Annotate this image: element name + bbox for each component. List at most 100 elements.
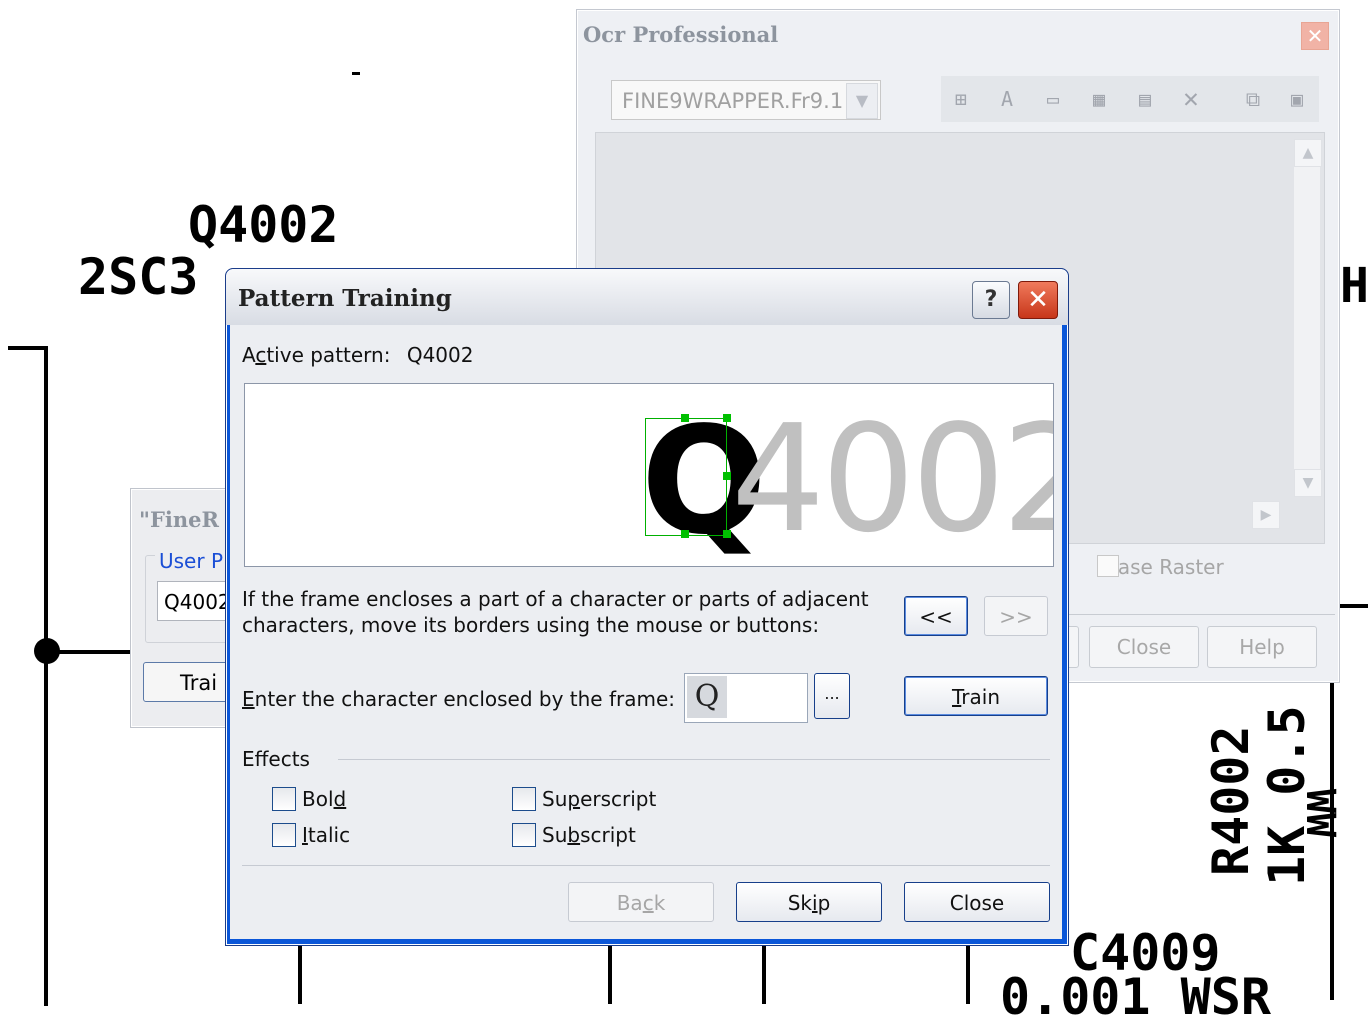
superscript-accel: p: [567, 787, 581, 811]
schematic-dot: [352, 72, 360, 75]
schematic-label-c-value: 0.001 WSR: [1000, 968, 1271, 1026]
close-button[interactable]: Close: [904, 882, 1050, 922]
subscript-label-text: Su: [542, 823, 568, 847]
finereader-title: "FineR: [139, 507, 219, 532]
superscript-label: Superscript: [542, 787, 656, 811]
ocr-toolbar: ⊞ A ▭ ▦ ▤ ✕ ⧉ ▣: [941, 76, 1319, 122]
active-pattern-accel: c: [255, 343, 267, 367]
delete-icon[interactable]: ✕: [1175, 84, 1207, 114]
recognize-area-icon[interactable]: ▤: [1129, 84, 1161, 114]
train-accel: T: [952, 685, 962, 709]
ocr-close-button[interactable]: Close: [1089, 626, 1199, 668]
previous-button[interactable]: <<: [904, 596, 968, 636]
active-pattern-label-rest: tive pattern:: [266, 343, 391, 367]
schematic-wire: [44, 346, 48, 1006]
schematic-wire: [1338, 604, 1368, 608]
schematic-label-r4002: R4002: [1202, 725, 1260, 876]
text-region-icon[interactable]: ▭: [1037, 84, 1069, 114]
frame-handle[interactable]: [681, 414, 689, 422]
instruction-line-2: characters, move its borders using the m…: [242, 613, 820, 637]
train-label-rest: rain: [961, 685, 1000, 709]
scroll-down-icon[interactable]: ▼: [1294, 469, 1322, 497]
skip-button[interactable]: Skip: [736, 882, 882, 922]
active-pattern-label-text: A: [242, 343, 256, 367]
superscript-checkbox[interactable]: [512, 787, 536, 811]
chevron-down-icon[interactable]: ▼: [846, 83, 878, 119]
pattern-training-dialog: Pattern Training ? ✕ Active pattern: Q40…: [225, 268, 1069, 946]
pattern-preview[interactable]: Q 4002: [244, 383, 1054, 567]
back-label-text: Ba: [616, 891, 643, 915]
schematic-label-q4002: Q4002: [188, 196, 339, 254]
enter-char-label: Enter the character enclosed by the fram…: [242, 687, 675, 711]
scroll-up-icon[interactable]: ▲: [1294, 139, 1322, 167]
bold-label: Bold: [302, 787, 346, 811]
schematic-resistor-zigzag: WW: [1297, 788, 1344, 838]
italic-checkbox[interactable]: [272, 823, 296, 847]
skip-label-rest: p: [817, 891, 831, 915]
character-input-value: Q: [687, 676, 727, 718]
close-icon[interactable]: ✕: [1018, 281, 1058, 319]
active-pattern-value: Q4002: [406, 343, 474, 367]
frame-handle[interactable]: [723, 530, 731, 538]
effects-label: Effects: [242, 747, 310, 771]
back-label-rest: k: [653, 891, 666, 915]
ocr-close-icon[interactable]: ✕: [1301, 22, 1329, 50]
save-icon[interactable]: ▣: [1281, 84, 1313, 114]
ocr-format-value: FINE9WRAPPER.Fr9.1: [622, 89, 844, 113]
schematic-node: [34, 638, 60, 664]
bold-label-text: Bol: [302, 787, 334, 811]
bold-checkbox[interactable]: [272, 787, 296, 811]
enter-char-accel: E: [242, 687, 255, 711]
preview-remaining-chars: 4002: [731, 393, 1053, 565]
dialog-title-bar[interactable]: Pattern Training ? ✕: [226, 269, 1068, 325]
schematic-label-edge: H: [1340, 258, 1369, 314]
italic-label: Italic: [302, 823, 350, 847]
subscript-label-rest: script: [580, 823, 636, 847]
instruction-line-1: If the frame encloses a part of a charac…: [242, 587, 869, 611]
schematic-label-part: 2SC3: [78, 248, 199, 306]
schematic-wire: [608, 944, 612, 1004]
back-accel: c: [642, 891, 654, 915]
user-pattern-label: User P: [155, 549, 228, 573]
text-ocr-icon[interactable]: ⊞: [945, 84, 977, 114]
help-icon[interactable]: ?: [972, 281, 1010, 319]
ocr-window-title: Ocr Professional: [583, 22, 779, 47]
erase-raster-box[interactable]: [1097, 555, 1119, 577]
character-input[interactable]: Q: [684, 673, 808, 723]
erase-raster-checkbox[interactable]: Erase Raster: [1097, 555, 1224, 579]
text-style-icon[interactable]: A: [991, 84, 1023, 114]
scroll-right-icon[interactable]: ▶: [1252, 501, 1280, 529]
effects-separator: [338, 759, 1050, 760]
dialog-body: Active pattern: Q4002 Q 4002 If the fram…: [230, 325, 1062, 939]
back-button[interactable]: Back: [568, 882, 714, 922]
ocr-separator: [1067, 614, 1335, 615]
schematic-wire: [966, 944, 970, 1004]
subscript-checkbox[interactable]: [512, 823, 536, 847]
character-frame[interactable]: [645, 418, 727, 536]
schematic-wire: [762, 944, 766, 1004]
subscript-accel: b: [567, 823, 581, 847]
ocr-format-combo[interactable]: FINE9WRAPPER.Fr9.1 ▼: [611, 80, 881, 120]
bold-accel: d: [333, 787, 347, 811]
schematic-wire: [8, 346, 48, 350]
enter-char-label-rest: nter the character enclosed by the frame…: [254, 687, 676, 711]
browse-characters-button[interactable]: ...: [814, 673, 850, 719]
next-button[interactable]: >>: [984, 596, 1048, 636]
frame-handle[interactable]: [681, 530, 689, 538]
skip-label-text: Sk: [787, 891, 812, 915]
recognize-icon[interactable]: ▦: [1083, 84, 1115, 114]
ocr-help-button[interactable]: Help: [1207, 626, 1317, 668]
italic-label-rest: talic: [307, 823, 351, 847]
active-pattern-label: Active pattern: Q4002: [242, 343, 473, 367]
superscript-label-rest: erscript: [580, 787, 657, 811]
footer-separator: [242, 865, 1050, 866]
copy-icon[interactable]: ⧉: [1237, 84, 1269, 114]
schematic-wire: [298, 944, 302, 1004]
dialog-title: Pattern Training: [238, 285, 452, 312]
frame-handle[interactable]: [723, 472, 731, 480]
schematic-wire: [1330, 680, 1334, 1000]
train-button[interactable]: Train: [904, 676, 1048, 716]
subscript-label: Subscript: [542, 823, 636, 847]
vertical-scrollbar[interactable]: ▲ ▼: [1294, 139, 1322, 497]
frame-handle[interactable]: [723, 414, 731, 422]
